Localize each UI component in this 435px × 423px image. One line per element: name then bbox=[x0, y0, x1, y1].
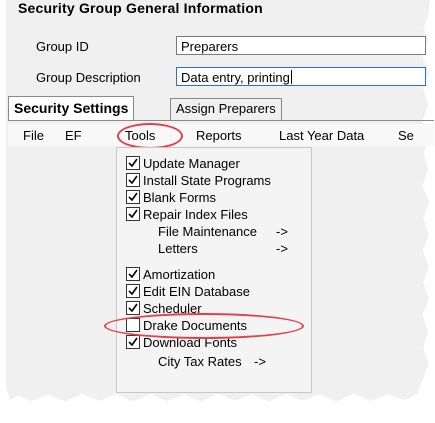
drake-documents-highlight-oval bbox=[104, 313, 304, 339]
menu-se-truncated[interactable]: Se bbox=[398, 128, 414, 143]
group-description-value: Data entry, printing bbox=[181, 70, 290, 85]
checkbox-checked[interactable] bbox=[126, 301, 140, 315]
tab-divider bbox=[8, 120, 434, 121]
screenshot-frame: Security Group General Information Group… bbox=[0, 0, 435, 423]
menu-item-file-maintenance[interactable]: File Maintenance -> bbox=[126, 223, 306, 240]
menu-item-label: City Tax Rates bbox=[158, 354, 242, 369]
submenu-arrow-icon: -> bbox=[276, 224, 288, 239]
tools-highlight-oval bbox=[117, 123, 183, 149]
menu-item-label: File Maintenance bbox=[158, 224, 257, 239]
group-description-input[interactable]: Data entry, printing bbox=[176, 67, 426, 86]
checkbox-checked[interactable] bbox=[126, 156, 140, 170]
group-id-input[interactable]: Preparers bbox=[176, 36, 426, 55]
menu-item-label: Install State Programs bbox=[143, 173, 271, 188]
section-title: Security Group General Information bbox=[18, 0, 263, 16]
submenu-arrow-icon: -> bbox=[254, 354, 266, 369]
submenu-arrow-icon: -> bbox=[276, 241, 288, 256]
checkbox-checked[interactable] bbox=[126, 284, 140, 298]
menu-last-year-data[interactable]: Last Year Data bbox=[279, 128, 364, 143]
menu-item-label: Amortization bbox=[143, 267, 216, 282]
group-id-value: Preparers bbox=[181, 39, 239, 54]
tab-security-settings[interactable]: Security Settings bbox=[8, 96, 135, 120]
menu-item-label: Edit EIN Database bbox=[143, 284, 250, 299]
menu-item-letters[interactable]: Letters -> bbox=[126, 240, 306, 257]
menu-ef[interactable]: EF bbox=[65, 128, 82, 143]
menu-item-label: Repair Index Files bbox=[143, 207, 248, 222]
group-description-label: Group Description bbox=[36, 70, 141, 85]
checkbox-checked[interactable] bbox=[126, 190, 140, 204]
group-id-label: Group ID bbox=[36, 39, 89, 54]
tab-assign-preparers[interactable]: Assign Preparers bbox=[170, 98, 282, 120]
checkbox-checked[interactable] bbox=[126, 335, 140, 349]
menu-item-label: Blank Forms bbox=[143, 190, 216, 205]
checkbox-checked[interactable] bbox=[126, 173, 140, 187]
checkbox-checked[interactable] bbox=[126, 267, 140, 281]
checkbox-checked[interactable] bbox=[126, 207, 140, 221]
menu-reports[interactable]: Reports bbox=[196, 128, 242, 143]
menu-item-label: Letters bbox=[158, 241, 198, 256]
text-caret bbox=[290, 70, 292, 84]
menu-item-city-tax-rates[interactable]: City Tax Rates -> bbox=[126, 353, 306, 370]
menu-item-label: Update Manager bbox=[143, 156, 240, 171]
menu-file[interactable]: File bbox=[23, 128, 44, 143]
